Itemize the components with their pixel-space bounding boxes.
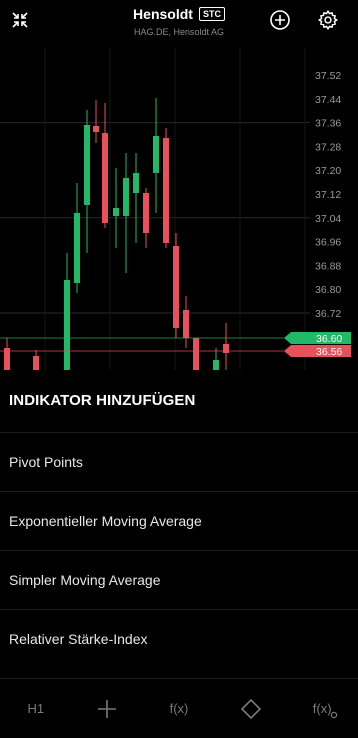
price-tick-label: 37.12 [315,189,341,201]
price-tick-label: 37.52 [315,70,341,82]
fx-settings-button[interactable]: f(x) [292,689,352,729]
price-tick-label: 37.20 [315,165,341,177]
candle-body [133,173,139,193]
candle-body [93,126,99,132]
menu-item-label: Simpler Moving Average [9,571,161,588]
instrument-title: Hensoldt [133,6,193,22]
price-tick-label: 37.44 [315,94,341,106]
fx2-label: f(x) [312,701,332,716]
stc-badge: STC [198,7,225,21]
fx-settings-icon [330,711,338,718]
price-tick-label: 36.88 [315,260,341,272]
candle-body [193,338,199,370]
candle-body [33,356,39,370]
crosshair-button[interactable] [77,689,137,729]
candle-body [173,246,179,328]
timeframe-button[interactable]: H1 [6,689,66,729]
candle-body [123,178,129,216]
price-tick-label: 37.28 [315,141,341,153]
instrument-subtitle: HAG.DE, Hensoldt AG [133,27,225,37]
candle-body [153,136,159,173]
crosshair-icon [98,699,117,718]
bottom-toolbar: H1 f(x) f(x) [0,678,358,738]
menu-item-sma[interactable]: Simpler Moving Average [0,550,358,608]
menu-item-label: Exponentieller Moving Average [9,512,202,529]
menu-item-ema[interactable]: Exponentieller Moving Average [0,491,358,549]
app-header: Hensoldt STC HAG.DE, Hensoldt AG [0,0,358,48]
price-tick-label: 36.72 [315,308,341,320]
candle-body [163,138,169,243]
sheet-title: INDIKATOR HINZUFÜGEN [9,392,196,409]
menu-item-label: Relativer Stärke-Index [9,630,148,647]
title-block: Hensoldt STC HAG.DE, Hensoldt AG [0,6,358,37]
candle-body [64,280,70,370]
menu-item-pivot-points[interactable]: Pivot Points [0,432,358,490]
price-tick-label: 36.80 [315,284,341,296]
fx-label: f(x) [169,701,189,716]
candle-body [84,125,90,205]
second-price-label: 36.56 [316,346,342,358]
last-price-label: 36.60 [316,333,342,345]
candle-body [74,213,80,283]
gear-icon[interactable] [316,8,340,32]
candle-body [223,344,229,353]
candle-body [113,208,119,216]
candle-body [213,360,219,370]
drawing-button[interactable] [221,689,281,729]
candle-body [183,310,189,338]
timeframe-label: H1 [27,701,45,716]
menu-item-rsi[interactable]: Relativer Stärke-Index [0,609,358,667]
diamond-icon [240,698,261,719]
price-tick-label: 37.36 [315,118,341,130]
fx-button[interactable]: f(x) [149,689,209,729]
price-tick-label: 37.04 [315,213,341,225]
candlestick-chart[interactable]: 37.52 37.44 37.36 37.28 37.20 37.12 37.04 36.96… [0,48,358,370]
candle-body [102,133,108,223]
plus-circle-icon[interactable] [268,8,292,32]
menu-item-label: Pivot Points [9,453,83,470]
price-tick-label: 36.96 [315,237,341,249]
candle-body [143,193,149,233]
